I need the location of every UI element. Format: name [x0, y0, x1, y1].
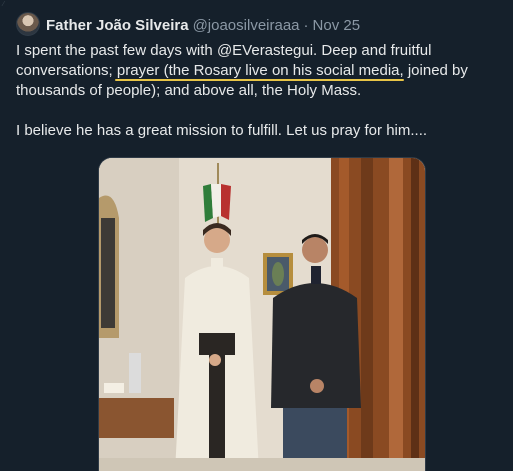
author-display-name[interactable]: Father João Silveira	[46, 17, 189, 34]
tweet-photo[interactable]	[98, 157, 426, 471]
tweet-text: I spent the past few days with @EVeraste…	[16, 41, 506, 141]
corner-mark-icon: ⁄	[3, 1, 5, 8]
tweet-paragraph-1: I spent the past few days with @EVeraste…	[16, 41, 506, 101]
author-handle[interactable]: @joaosilveiraaa	[193, 17, 300, 34]
tweet-header: Father João Silveira @joaosilveiraaa · N…	[46, 16, 360, 34]
tweet-paragraph-2: I believe he has a great mission to fulf…	[16, 122, 428, 139]
tweet[interactable]: ⁄ Father João Silveira @joaosilveiraaa ·…	[0, 0, 513, 471]
photo-icon	[99, 158, 425, 471]
tweet-date[interactable]: Nov 25	[313, 17, 361, 34]
header-separator: ·	[303, 16, 309, 34]
avatar[interactable]	[16, 12, 40, 36]
highlighted-phrase: prayer (the Rosary live on his social me…	[116, 62, 400, 79]
